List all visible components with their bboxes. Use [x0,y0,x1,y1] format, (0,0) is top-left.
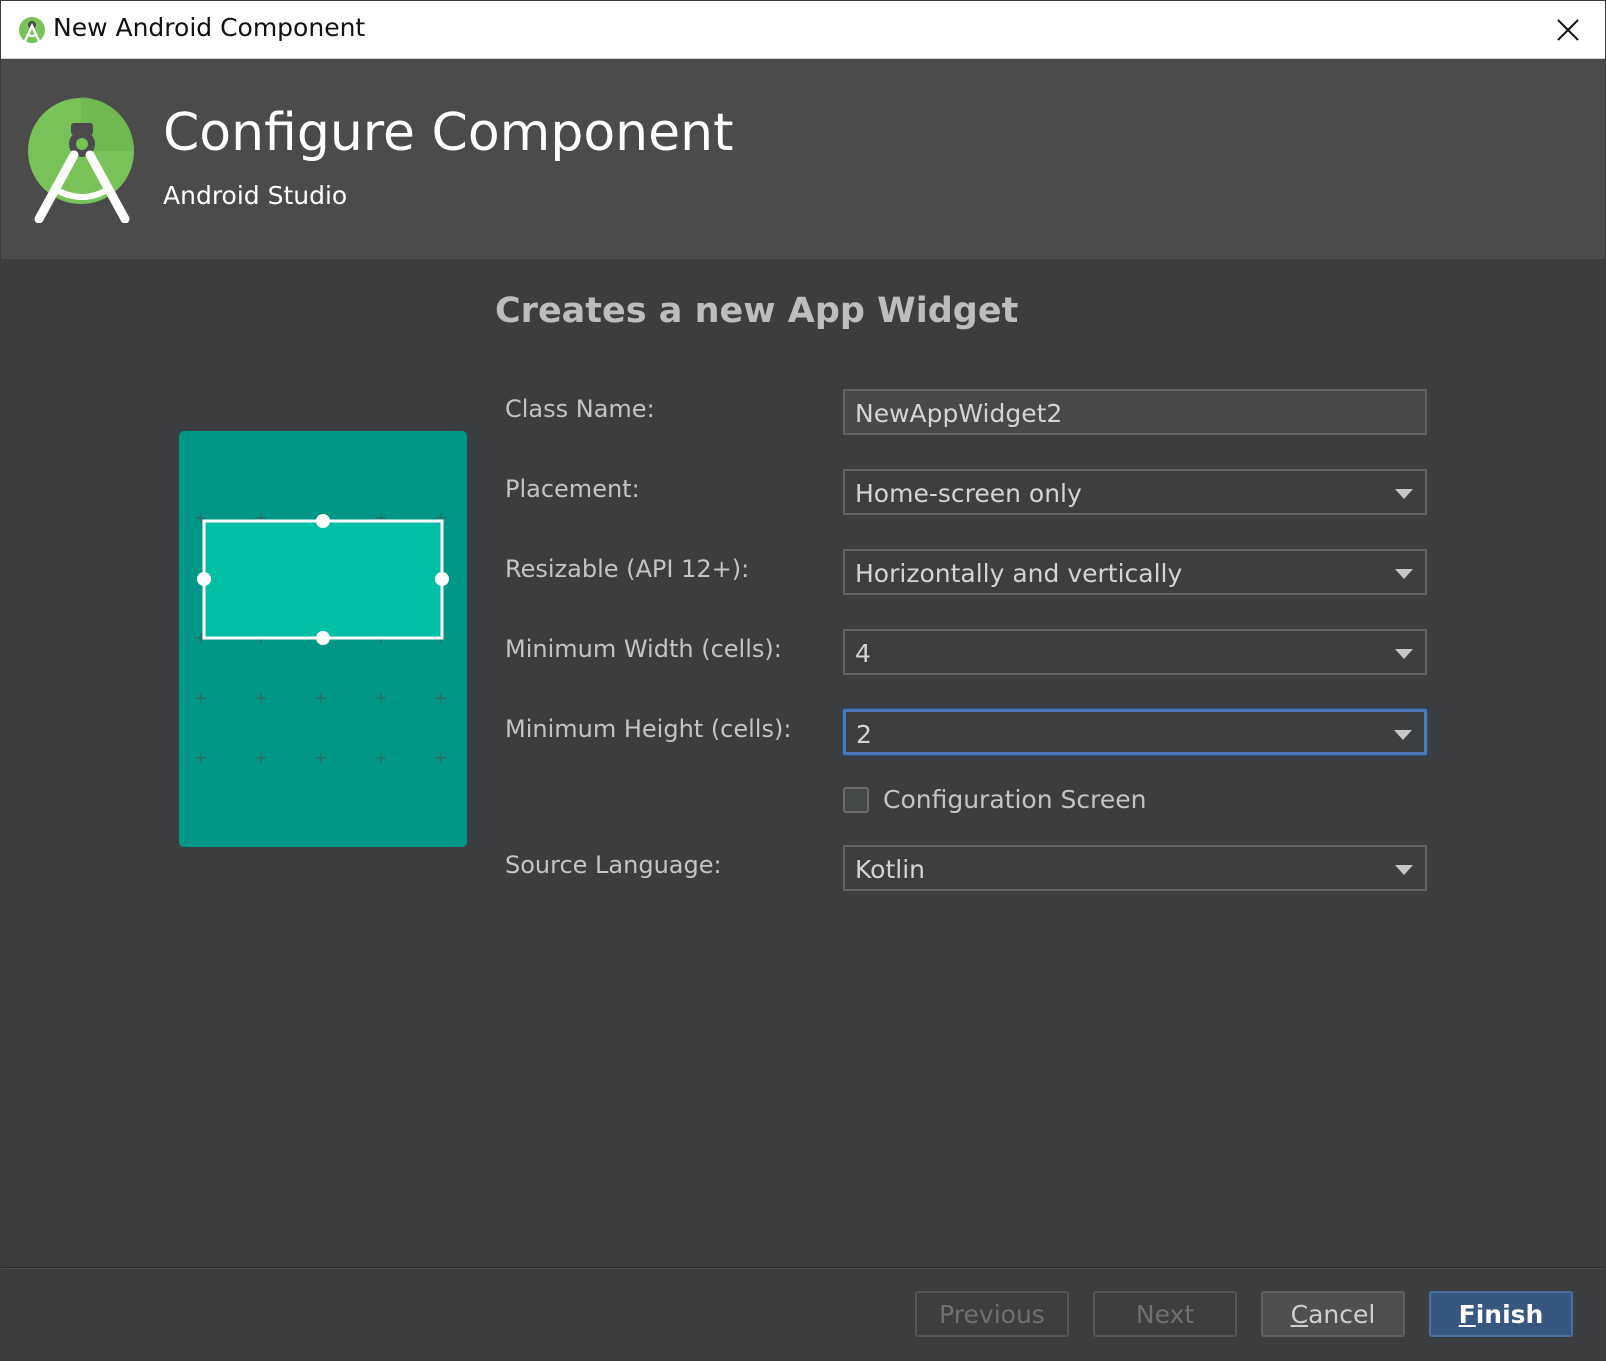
source-language-select[interactable]: Kotlin [843,845,1427,891]
class-name-label: Class Name: [505,395,655,423]
resize-handle-left [197,572,211,586]
header-subtitle: Android Studio [163,181,348,210]
placement-value: Home-screen only [855,479,1082,508]
chevron-down-icon [1394,730,1412,740]
resize-handle-right [435,572,449,586]
android-studio-small-icon [19,17,45,43]
android-studio-logo [28,97,134,223]
window-title: New Android Component [53,13,366,42]
min-width-select[interactable]: 4 [843,629,1427,675]
resizable-select[interactable]: Horizontally and vertically [843,549,1427,595]
resizable-value: Horizontally and vertically [855,559,1183,588]
dialog-window: New Android Component Configure Componen… [0,0,1606,1361]
source-language-label: Source Language: [505,851,722,879]
wizard-header: Configure Component Android Studio [1,59,1605,259]
resizable-label: Resizable (API 12+): [505,555,750,583]
min-height-label: Minimum Height (cells): [505,715,792,743]
footer-divider-highlight [1,1268,1605,1269]
page-title: Creates a new App Widget [495,291,1019,331]
cancel-label-rest: ancel [1308,1299,1376,1329]
source-language-value: Kotlin [855,855,925,884]
finish-label-rest: inish [1475,1299,1544,1329]
chevron-down-icon [1395,569,1413,579]
resize-handle-top [316,514,330,528]
class-name-input[interactable]: NewAppWidget2 [843,389,1427,435]
chevron-down-icon [1395,489,1413,499]
placement-select[interactable]: Home-screen only [843,469,1427,515]
next-button[interactable]: Next [1093,1291,1237,1337]
chevron-down-icon [1395,649,1413,659]
previous-button[interactable]: Previous [915,1291,1069,1337]
configuration-screen-checkbox[interactable] [843,787,869,813]
min-height-value: 2 [856,720,872,749]
cancel-button[interactable]: Cancel [1261,1291,1405,1337]
header-title: Configure Component [163,103,734,163]
configuration-screen-label[interactable]: Configuration Screen [883,785,1146,814]
min-width-value: 4 [855,639,871,668]
min-height-select[interactable]: 2 [843,709,1427,755]
cancel-mnemonic: C [1290,1299,1309,1329]
class-name-value: NewAppWidget2 [855,399,1063,428]
placement-label: Placement: [505,475,640,503]
title-bar: New Android Component [1,1,1605,59]
resize-handle-bottom [316,631,330,645]
widget-box [202,519,444,640]
chevron-down-icon [1395,865,1413,875]
close-button[interactable] [1545,7,1591,53]
min-width-label: Minimum Width (cells): [505,635,782,663]
widget-preview-image [179,431,467,847]
finish-button[interactable]: Finish [1429,1291,1573,1337]
widget-preview-drawing [196,513,449,763]
close-icon [1557,19,1579,41]
finish-mnemonic: F [1458,1299,1476,1329]
